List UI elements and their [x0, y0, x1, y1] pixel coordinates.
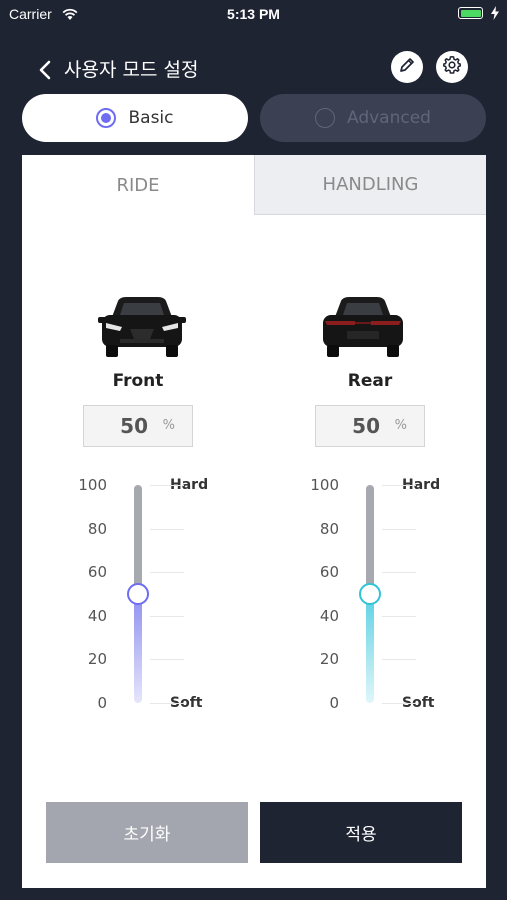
rear-value: 50	[352, 414, 380, 438]
status-bar: Carrier 5:13 PM	[0, 0, 507, 28]
front-slider-upper	[134, 485, 142, 594]
rear-label: Rear	[347, 371, 393, 391]
front-unit: %	[162, 418, 175, 433]
rear-unit: %	[394, 418, 407, 433]
rear-slider-fill	[366, 594, 374, 703]
rear-value-field[interactable]: 50 %	[315, 405, 425, 447]
gridline	[150, 615, 184, 617]
front-label: Front	[112, 371, 164, 391]
settings-card: RIDE HANDLING Front Rear 50 % 50 % 100 8…	[22, 155, 486, 888]
tick-label: 80	[319, 519, 339, 538]
tick-label: 80	[87, 519, 107, 538]
edit-button[interactable]	[391, 51, 423, 83]
apply-button[interactable]: 적용	[260, 802, 462, 863]
tick-label: 100	[310, 476, 339, 494]
tick-label: 100	[78, 476, 107, 494]
gridline	[382, 485, 416, 486]
back-chevron-icon[interactable]	[36, 58, 58, 82]
tab-handling[interactable]: HANDLING	[254, 155, 486, 215]
front-slider-fill	[134, 594, 142, 703]
front-value-field[interactable]: 50 %	[83, 405, 193, 447]
gridline	[150, 572, 184, 574]
mode-advanced-option[interactable]: Advanced	[260, 94, 486, 142]
rear-slider-thumb[interactable]	[359, 583, 381, 605]
gridline	[382, 528, 416, 530]
mode-basic-label: Basic	[128, 108, 174, 128]
battery-icon	[458, 7, 483, 19]
front-value: 50	[120, 414, 148, 438]
gear-icon	[442, 55, 462, 79]
gridline	[382, 572, 416, 574]
rear-slider-upper	[366, 485, 374, 594]
charging-icon	[491, 5, 499, 24]
tick-label: 40	[87, 606, 107, 625]
clock: 5:13 PM	[227, 6, 280, 22]
gridline	[382, 703, 416, 704]
tick-label: 0	[329, 694, 339, 712]
gridline	[150, 659, 184, 661]
tick-label: 20	[319, 650, 339, 669]
tick-label: 40	[319, 606, 339, 625]
radio-unselected-icon	[315, 108, 335, 128]
mode-advanced-label: Advanced	[347, 108, 431, 128]
tick-label: 0	[97, 694, 107, 712]
tick-label: 60	[87, 563, 107, 582]
settings-button[interactable]	[436, 51, 468, 83]
gridline	[382, 615, 416, 617]
gridline	[382, 659, 416, 661]
front-slider-thumb[interactable]	[127, 583, 149, 605]
radio-selected-icon	[96, 108, 117, 128]
car-rear-image	[317, 295, 409, 359]
reset-button[interactable]: 초기화	[46, 802, 248, 863]
car-front-image	[96, 295, 188, 359]
page-title: 사용자 모드 설정	[64, 59, 199, 81]
gridline	[150, 528, 184, 530]
tab-ride[interactable]: RIDE	[22, 155, 254, 215]
mode-basic-option[interactable]: Basic	[22, 94, 248, 142]
pencil-icon	[398, 56, 416, 78]
gridline	[150, 703, 184, 704]
gridline	[150, 485, 184, 486]
tick-label: 20	[87, 650, 107, 669]
tick-label: 60	[319, 563, 339, 582]
